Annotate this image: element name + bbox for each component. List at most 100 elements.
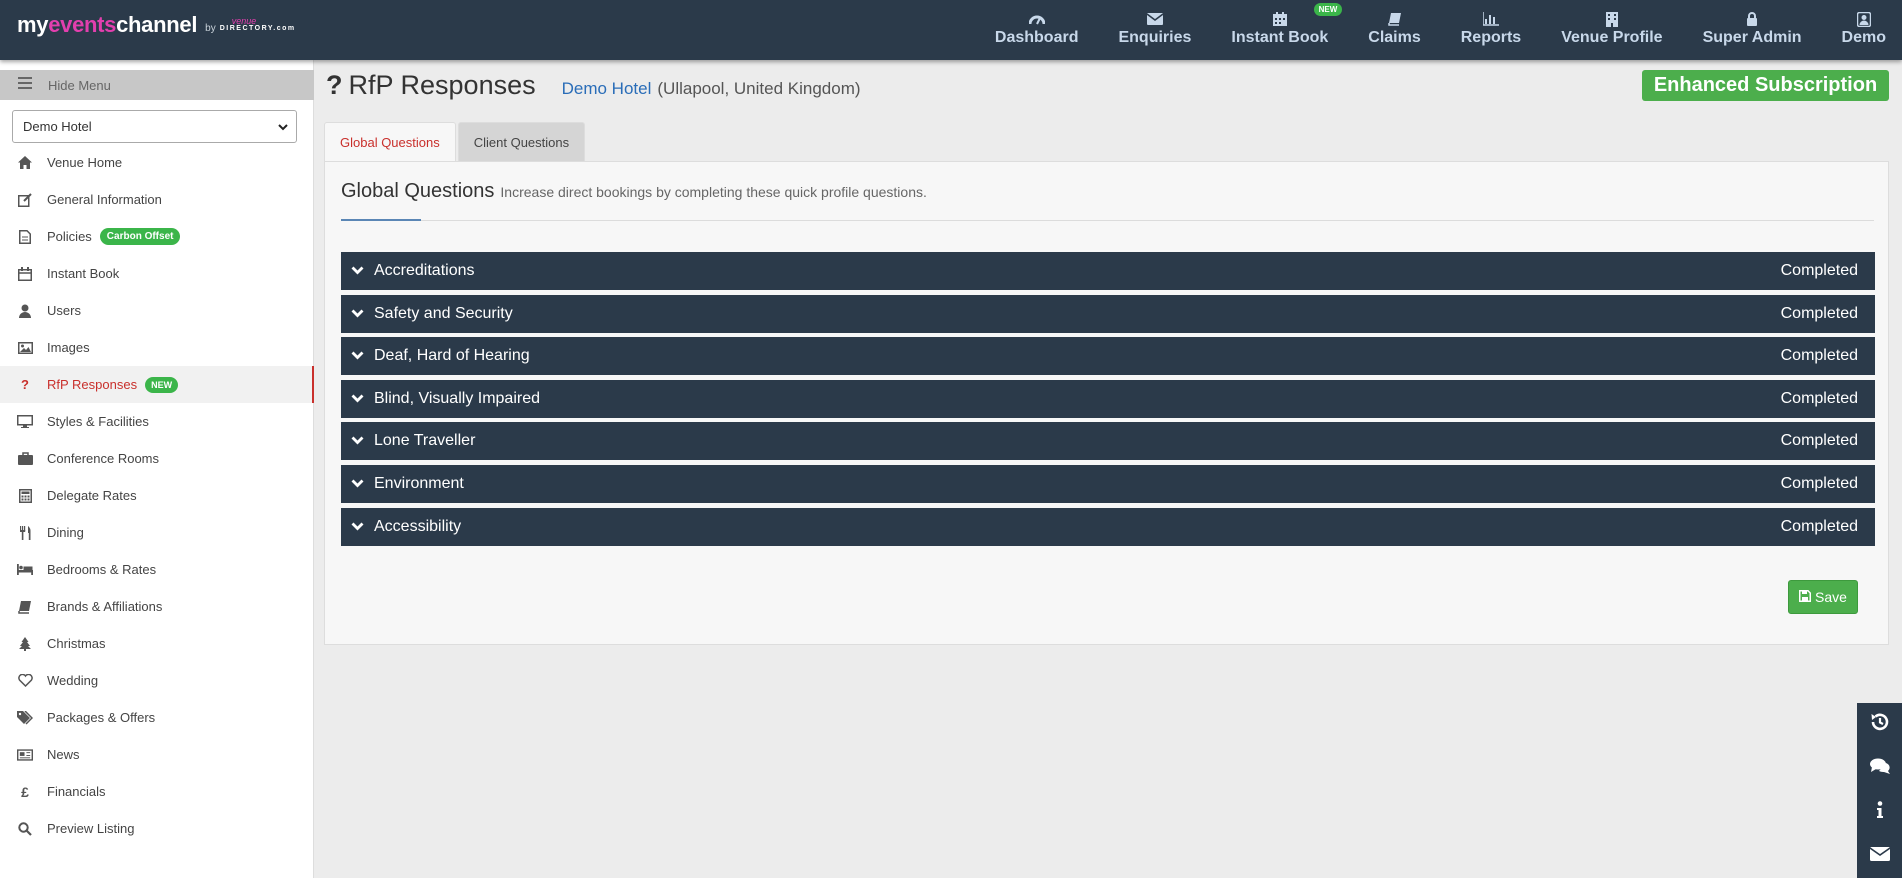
sidebar-item-images[interactable]: Images xyxy=(0,329,314,366)
book-icon xyxy=(17,599,33,615)
lock-icon xyxy=(1746,11,1758,27)
global-questions-panel: Global Questions Increase direct booking… xyxy=(324,161,1889,645)
nav-super-admin[interactable]: Super Admin xyxy=(1683,0,1822,60)
envelope-icon xyxy=(1146,11,1163,27)
sidebar-item-bedrooms-rates[interactable]: Bedrooms & Rates xyxy=(0,551,314,588)
tab-global-questions[interactable]: Global Questions xyxy=(324,122,456,162)
enhanced-subscription-button[interactable]: Enhanced Subscription xyxy=(1642,70,1889,101)
chevron-down-icon xyxy=(351,347,364,365)
info-button[interactable] xyxy=(1857,791,1902,835)
chevron-down-icon xyxy=(351,390,364,408)
hamburger-icon xyxy=(18,76,32,94)
status-text: Completed xyxy=(1780,304,1858,322)
sidebar-item-financials[interactable]: £ Financials xyxy=(0,773,314,810)
sidebar-item-delegate-rates[interactable]: Delegate Rates xyxy=(0,477,314,514)
floating-toolbar xyxy=(1857,703,1902,878)
sidebar-item-brands-affiliations[interactable]: Brands & Affiliations xyxy=(0,588,314,625)
divider xyxy=(341,220,1874,221)
home-icon xyxy=(17,155,33,171)
dashboard-icon xyxy=(1028,11,1045,27)
question-icon: ? xyxy=(21,377,29,392)
chevron-down-icon xyxy=(351,432,364,450)
main-nav: Dashboard Enquiries NEW Instant Book Cla… xyxy=(975,0,1902,60)
nav-demo-user[interactable]: Demo xyxy=(1822,0,1902,60)
sidebar-item-conference-rooms[interactable]: Conference Rooms xyxy=(0,440,314,477)
question-icon: ? xyxy=(326,70,343,100)
status-text: Completed xyxy=(1780,262,1858,279)
chat-icon xyxy=(1869,757,1891,780)
tab-client-questions[interactable]: Client Questions xyxy=(457,122,586,162)
sidebar-item-packages-offers[interactable]: Packages & Offers xyxy=(0,699,314,736)
history-icon xyxy=(1869,711,1891,738)
page-title-text: RfP Responses xyxy=(348,70,536,100)
info-icon xyxy=(1876,801,1884,824)
tags-icon xyxy=(17,710,33,726)
sidebar-item-wedding[interactable]: Wedding xyxy=(0,662,314,699)
mail-icon xyxy=(1869,846,1890,866)
email-button[interactable] xyxy=(1857,834,1902,878)
sidebar-item-policies[interactable]: Policies Carbon Offset xyxy=(0,218,314,255)
new-badge: NEW xyxy=(1313,3,1343,16)
hotel-location: (Ullapool, United Kingdom) xyxy=(657,79,861,98)
accordion-list: Accreditations Completed Safety and Secu… xyxy=(341,252,1875,550)
page-title: ? RfP Responses Demo Hotel (Ullapool, Un… xyxy=(326,70,861,101)
accordion-accreditations[interactable]: Accreditations Completed xyxy=(341,252,1875,290)
accordion-blind-visually-impaired[interactable]: Blind, Visually Impaired Completed xyxy=(341,379,1875,418)
calendar-icon xyxy=(1272,11,1287,27)
chevron-down-icon xyxy=(351,475,364,493)
building-icon xyxy=(1605,11,1618,27)
carbon-offset-badge: Carbon Offset xyxy=(99,228,181,245)
status-text: Completed xyxy=(1780,432,1858,450)
logo-wordmark: myeventschannel xyxy=(17,12,198,37)
venue-select[interactable]: Demo Hotel xyxy=(12,110,297,143)
sidebar-item-news[interactable]: News xyxy=(0,736,314,773)
nav-reports[interactable]: Reports xyxy=(1441,0,1541,60)
accordion-accessibility[interactable]: Accessibility Completed xyxy=(341,507,1875,546)
accordion-lone-traveller[interactable]: Lone Traveller Completed xyxy=(341,422,1875,461)
image-icon xyxy=(17,340,33,356)
document-icon xyxy=(17,229,33,245)
sidebar-item-users[interactable]: Users xyxy=(0,292,314,329)
status-text: Completed xyxy=(1780,389,1858,407)
bed-icon xyxy=(17,562,33,578)
status-text: Completed xyxy=(1780,347,1858,365)
edit-icon xyxy=(17,192,33,208)
sidebar-item-rfp-responses[interactable]: ? RfP Responses NEW xyxy=(0,366,314,403)
book-icon xyxy=(1387,11,1402,27)
brand-logo[interactable]: myeventschannel by venue DIRECTORY.com xyxy=(17,12,296,38)
accordion-safety-security[interactable]: Safety and Security Completed xyxy=(341,294,1875,333)
sidebar-item-instant-book[interactable]: Instant Book xyxy=(0,255,314,292)
newspaper-icon xyxy=(17,747,33,763)
panel-description: Increase direct bookings by completing t… xyxy=(500,184,927,200)
status-text: Completed xyxy=(1780,517,1858,535)
hotel-link[interactable]: Demo Hotel xyxy=(562,79,652,99)
chevron-down-icon xyxy=(278,119,288,134)
history-button[interactable] xyxy=(1857,703,1902,747)
nav-enquiries[interactable]: Enquiries xyxy=(1098,0,1211,60)
sidebar-item-venue-home[interactable]: Venue Home xyxy=(0,144,314,181)
search-icon xyxy=(17,821,33,837)
calendar-icon xyxy=(17,266,33,282)
divider-accent xyxy=(341,219,421,221)
accordion-environment[interactable]: Environment Completed xyxy=(341,464,1875,503)
sidebar-item-general-information[interactable]: General Information xyxy=(0,181,314,218)
venue-directory-logo: venue DIRECTORY.com xyxy=(219,16,296,32)
sidebar-item-styles-facilities[interactable]: Styles & Facilities xyxy=(0,403,314,440)
sidebar-item-dining[interactable]: Dining xyxy=(0,514,314,551)
accordion-deaf-hard-of-hearing[interactable]: Deaf, Hard of Hearing Completed xyxy=(341,337,1875,376)
nav-venue-profile[interactable]: Venue Profile xyxy=(1541,0,1682,60)
floppy-disk-icon xyxy=(1799,589,1812,605)
nav-dashboard[interactable]: Dashboard xyxy=(975,0,1099,60)
status-text: Completed xyxy=(1780,474,1858,492)
user-icon xyxy=(17,303,33,319)
hide-menu-button[interactable]: Hide Menu xyxy=(0,70,314,100)
save-button[interactable]: Save xyxy=(1788,580,1858,614)
chat-button[interactable] xyxy=(1857,747,1902,791)
question-tabs: Global Questions Client Questions xyxy=(324,122,586,162)
sidebar-item-preview-listing[interactable]: Preview Listing xyxy=(0,810,314,847)
sidebar-item-christmas[interactable]: Christmas xyxy=(0,625,314,662)
nav-instant-book[interactable]: NEW Instant Book xyxy=(1211,0,1348,60)
panel-heading: Global Questions Increase direct booking… xyxy=(341,180,927,203)
nav-claims[interactable]: Claims xyxy=(1348,0,1440,60)
bar-chart-icon xyxy=(1482,11,1499,27)
